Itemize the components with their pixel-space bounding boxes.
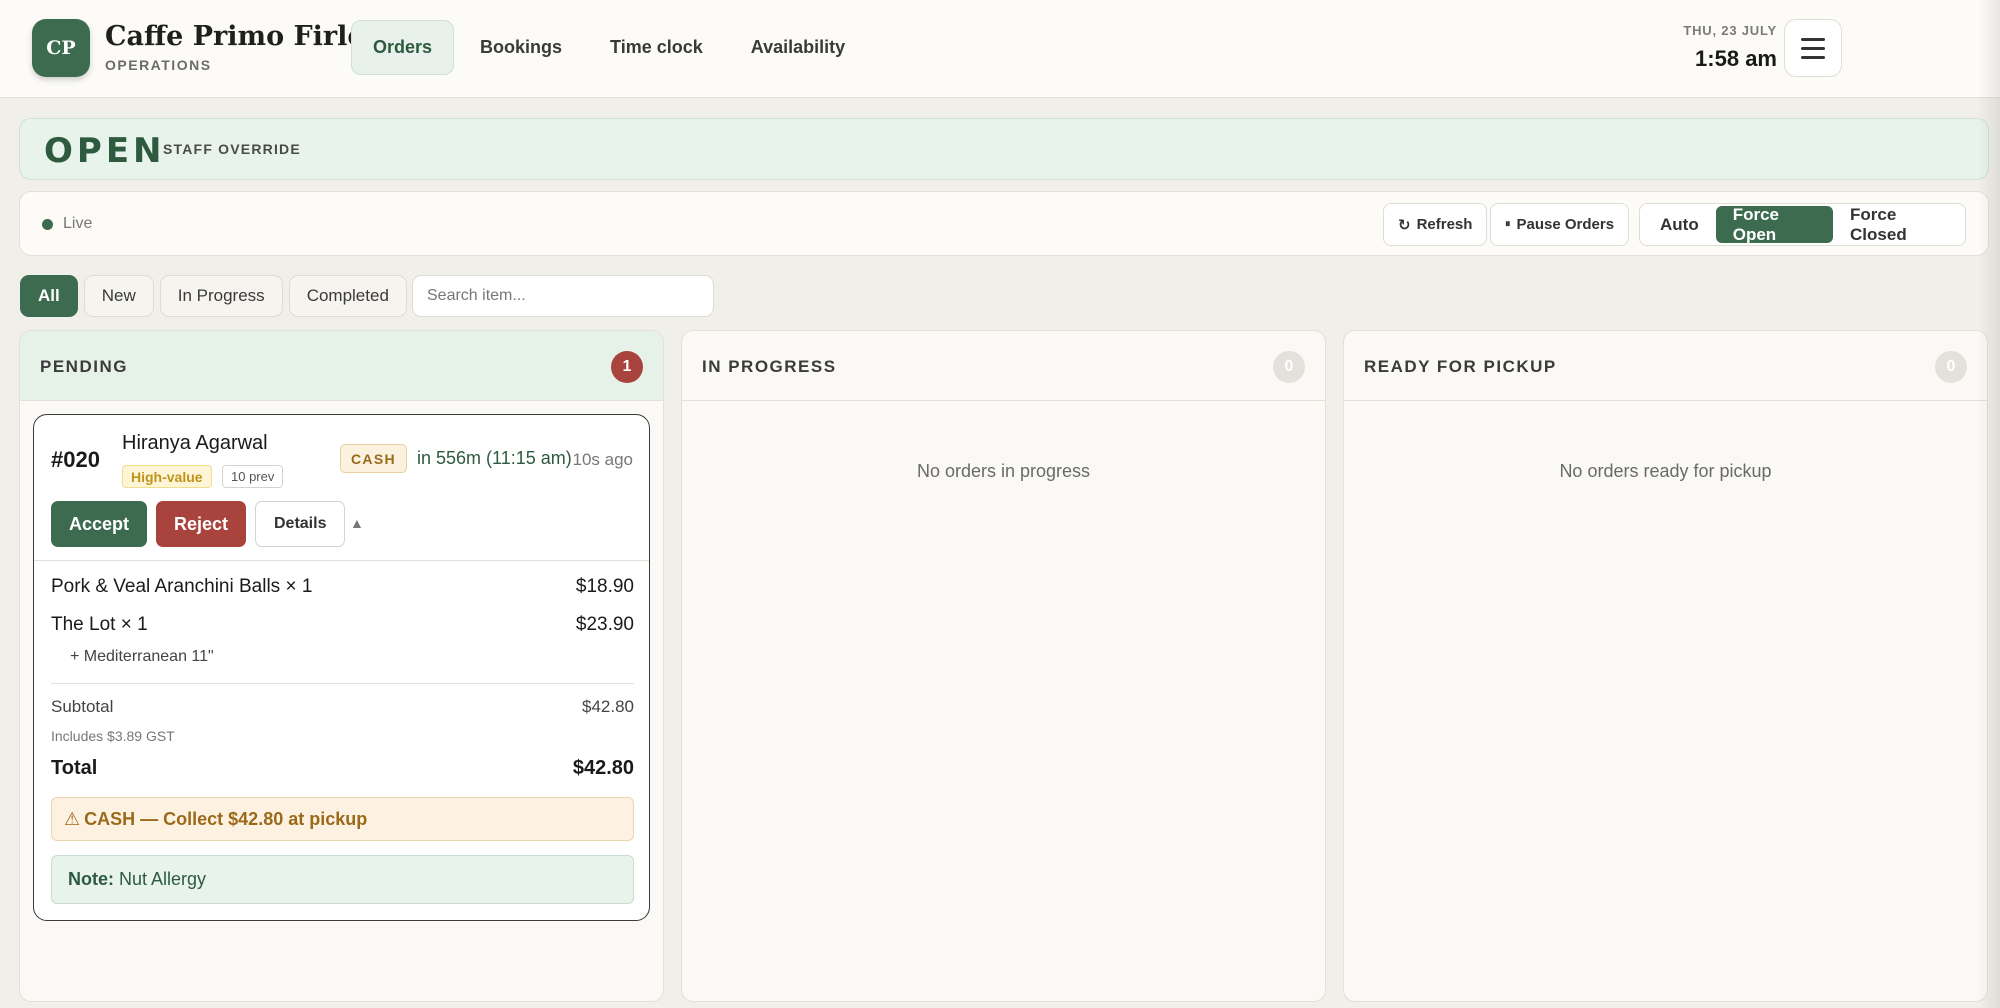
cash-collect-notice: ⚠ CASH — Collect $42.80 at pickup xyxy=(51,797,634,841)
details-button[interactable]: Details xyxy=(255,501,346,547)
column-count-badge: 0 xyxy=(1273,351,1305,383)
total-value: $42.80 xyxy=(572,757,634,779)
column-title: IN PROGRESS xyxy=(702,357,837,376)
filter-new[interactable]: New xyxy=(83,275,154,317)
menu-button[interactable] xyxy=(1784,19,1842,77)
line-item: The Lot × 1 $23.90 xyxy=(51,614,634,636)
store-status: OPEN xyxy=(44,131,166,171)
total-label: Total xyxy=(51,757,98,779)
live-indicator-icon xyxy=(42,219,53,230)
refresh-icon: ↻ xyxy=(1398,216,1411,234)
line-item-name: The Lot × 1 xyxy=(51,614,148,635)
line-item-price: $23.90 xyxy=(575,614,634,635)
column-count-badge: 1 xyxy=(611,351,643,383)
pending-column: PENDING 1 #020 Hiranya Agarwal High-valu… xyxy=(19,330,664,1002)
ready-column: READY FOR PICKUP 0 No orders ready for p… xyxy=(1343,330,1988,1002)
store-status-banner: OPEN STAFF OVERRIDE xyxy=(19,118,1989,180)
cash-collect-text: CASH — Collect $42.80 at pickup xyxy=(84,808,368,829)
main-nav: Orders Bookings Time clock Availability xyxy=(351,20,867,75)
column-header: READY FOR PICKUP 0 xyxy=(1344,331,1987,401)
order-number: #020 xyxy=(51,447,100,472)
empty-state: No orders ready for pickup xyxy=(1559,461,1772,481)
store-mode-toggle: Auto Force Open Force Closed xyxy=(1639,203,1966,246)
line-item-name: Pork & Veal Aranchini Balls × 1 xyxy=(51,576,313,597)
search-input[interactable] xyxy=(412,275,714,317)
current-time: 1:58 am xyxy=(1695,46,1777,71)
divider xyxy=(51,683,634,684)
current-date: THU, 23 JULY xyxy=(1683,23,1777,38)
note-label: Note: xyxy=(68,869,114,889)
note-text: Nut Allergy xyxy=(119,869,207,889)
total-row: Total $42.80 xyxy=(51,757,634,780)
mode-force-open[interactable]: Force Open xyxy=(1715,205,1834,244)
refresh-label: Refresh xyxy=(1416,216,1473,233)
divider xyxy=(34,560,649,561)
filter-all[interactable]: All xyxy=(20,275,78,317)
column-title: PENDING xyxy=(40,357,128,376)
filter-in-progress[interactable]: In Progress xyxy=(159,275,283,317)
nav-time-clock[interactable]: Time clock xyxy=(588,20,725,75)
pause-orders-button[interactable]: ⏸ Pause Orders xyxy=(1490,203,1630,246)
pickup-eta: in 556m (11:15 am) xyxy=(417,448,572,468)
order-age: 10s ago xyxy=(572,450,634,469)
order-note: Note: Nut Allergy xyxy=(51,855,634,904)
order-controls-bar: Live ↻ Refresh ⏸ Pause Orders Auto Force… xyxy=(19,191,1989,256)
order-filters: All New In Progress Completed xyxy=(20,275,407,317)
hamburger-icon-line xyxy=(1801,55,1825,59)
line-item-price: $18.90 xyxy=(575,576,634,597)
mode-force-closed[interactable]: Force Closed xyxy=(1833,205,1962,244)
nav-availability[interactable]: Availability xyxy=(729,20,867,75)
brand-subtitle: OPERATIONS xyxy=(105,57,212,73)
column-header: IN PROGRESS 0 xyxy=(682,331,1325,401)
column-count-badge: 0 xyxy=(1935,351,1967,383)
edge-shadow xyxy=(1978,0,2000,1008)
column-header: PENDING 1 xyxy=(20,331,663,401)
hamburger-icon-line xyxy=(1801,46,1825,50)
collapse-icon[interactable]: ▲ xyxy=(350,515,364,531)
subtotal-label: Subtotal xyxy=(51,697,114,716)
subtotal-value: $42.80 xyxy=(582,697,634,716)
filter-completed[interactable]: Completed xyxy=(288,275,407,317)
high-value-badge: High-value xyxy=(122,465,212,488)
nav-orders[interactable]: Orders xyxy=(351,20,455,75)
accept-button[interactable]: Accept xyxy=(51,501,148,547)
mode-auto[interactable]: Auto xyxy=(1643,206,1716,243)
live-label: Live xyxy=(63,215,93,232)
reject-button[interactable]: Reject xyxy=(156,501,247,547)
line-item-modifier: + Mediterranean 11" xyxy=(70,648,214,665)
previous-orders-badge: 10 prev xyxy=(222,465,284,488)
order-card[interactable]: #020 Hiranya Agarwal High-value 10 prev … xyxy=(33,414,650,921)
hamburger-icon xyxy=(1801,37,1825,41)
line-item: Pork & Veal Aranchini Balls × 1 $18.90 xyxy=(51,576,634,598)
pause-icon: ⏸ xyxy=(1505,218,1511,230)
payment-badge: CASH xyxy=(340,444,407,473)
brand-logo: CP xyxy=(32,19,90,77)
gst-note: Includes $3.89 GST xyxy=(51,728,175,744)
empty-state: No orders in progress xyxy=(916,461,1091,481)
top-header: CP Caffe Primo Firle OPERATIONS Orders B… xyxy=(0,0,2000,98)
warning-icon: ⚠ xyxy=(64,808,81,829)
refresh-button[interactable]: ↻ Refresh xyxy=(1383,203,1488,246)
status-tag: STAFF OVERRIDE xyxy=(163,141,301,157)
subtotal-row: Subtotal $42.80 xyxy=(51,697,634,717)
brand-name: Caffe Primo Firle xyxy=(105,21,365,52)
pause-label: Pause Orders xyxy=(1516,216,1615,233)
column-title: READY FOR PICKUP xyxy=(1364,357,1557,376)
nav-bookings[interactable]: Bookings xyxy=(458,20,584,75)
in-progress-column: IN PROGRESS 0 No orders in progress xyxy=(681,330,1326,1002)
customer-name: Hiranya Agarwal xyxy=(122,432,268,454)
